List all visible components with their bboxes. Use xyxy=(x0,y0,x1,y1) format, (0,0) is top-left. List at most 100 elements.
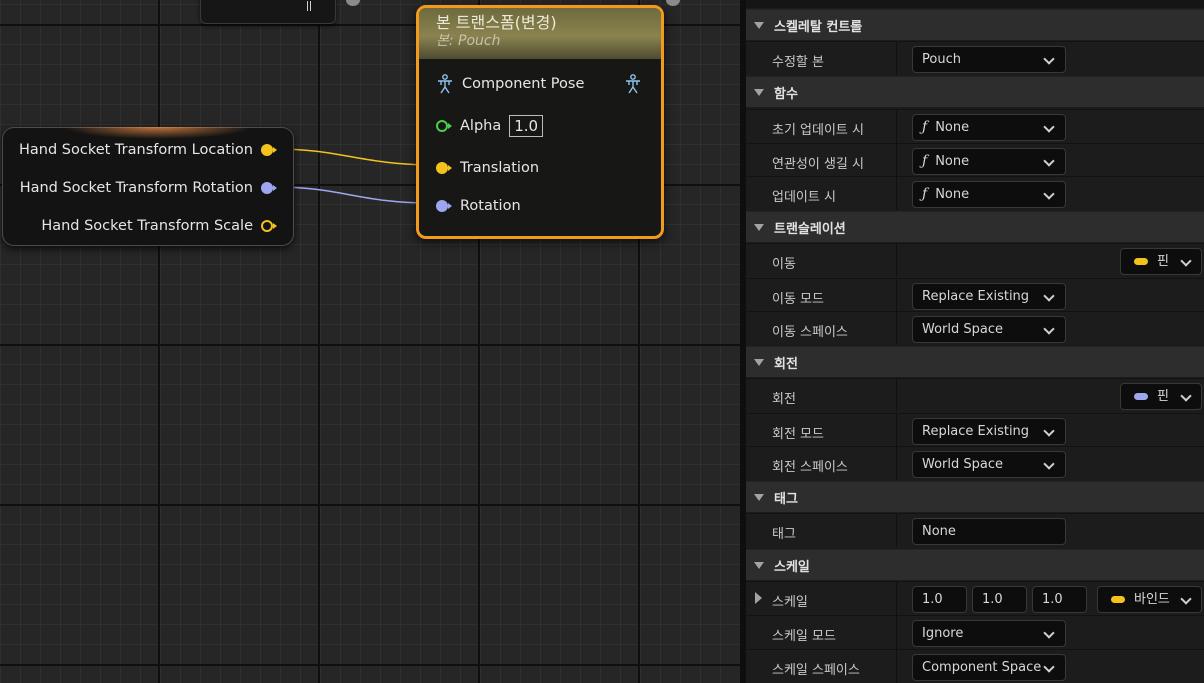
rotation-space-dropdown[interactable]: World Space xyxy=(912,451,1066,478)
chevron-down-icon xyxy=(1043,155,1055,167)
chevron-down-icon xyxy=(1180,390,1192,402)
pin-binding-label: 바인드 xyxy=(1134,592,1170,607)
expand-arrow-icon[interactable] xyxy=(755,592,762,604)
function-dropdown[interactable]: ƒ None xyxy=(912,181,1066,208)
pose-output-pin-icon[interactable] xyxy=(624,74,642,94)
dropdown-value: Ignore xyxy=(922,626,964,641)
rotator-pin-icon[interactable] xyxy=(436,198,452,214)
collapse-arrow-icon[interactable] xyxy=(754,223,764,231)
property-translation-mode: 이동 모드 Replace Existing xyxy=(746,278,1204,312)
scale-space-dropdown[interactable]: Component Space xyxy=(912,654,1066,681)
translation-mode-dropdown[interactable]: Replace Existing xyxy=(912,283,1066,310)
column-divider[interactable] xyxy=(896,616,897,649)
tag-input[interactable]: None xyxy=(912,518,1066,545)
output-pin-rotation[interactable]: Hand Socket Transform Rotation xyxy=(20,178,277,198)
property-rotation: 회전 핀 xyxy=(746,378,1204,412)
output-pin-scale[interactable]: Hand Socket Transform Scale xyxy=(41,216,277,236)
function-icon: ƒ xyxy=(922,119,928,135)
category-functions[interactable]: 함수 xyxy=(746,76,1204,107)
translation-input[interactable]: Translation xyxy=(436,157,539,179)
category-rotation[interactable]: 회전 xyxy=(746,346,1204,377)
pin-binding-dropdown[interactable]: 핀 xyxy=(1120,248,1202,275)
chevron-down-icon xyxy=(1043,53,1055,65)
column-divider[interactable] xyxy=(896,650,897,683)
pose-pin-icon[interactable] xyxy=(436,74,454,94)
anim-graph-canvas[interactable]: Hand Socket Transform Location Hand Sock… xyxy=(0,0,740,683)
column-divider[interactable] xyxy=(896,279,897,312)
category-label: 함수 xyxy=(774,86,798,102)
dropdown-value: World Space xyxy=(922,322,1004,337)
collapse-arrow-icon[interactable] xyxy=(754,88,764,96)
pin-label-scale: Hand Socket Transform Scale xyxy=(41,218,253,234)
pin-label-translation: Translation xyxy=(460,160,540,176)
output-pin-location[interactable]: Hand Socket Transform Location xyxy=(19,140,277,160)
column-divider[interactable] xyxy=(896,244,897,277)
pin-label-alpha: Alpha xyxy=(460,118,502,134)
property-label: 회전 모드 xyxy=(772,427,824,442)
category-scale[interactable]: 스케일 xyxy=(746,549,1204,580)
scale-y-input[interactable]: 1.0 xyxy=(972,586,1027,613)
property-translation: 이동 핀 xyxy=(746,243,1204,277)
column-divider[interactable] xyxy=(896,110,897,143)
chevron-down-icon xyxy=(1180,255,1192,267)
category-label: 트랜슬레이션 xyxy=(774,221,846,237)
node-header[interactable]: 본 트랜스폼(변경) 본: Pouch xyxy=(419,8,661,59)
property-label: 스케일 스페이스 xyxy=(772,663,860,678)
scale-z-input[interactable]: 1.0 xyxy=(1032,586,1087,613)
column-divider[interactable] xyxy=(896,582,897,615)
vector-pin-unconnected-icon[interactable] xyxy=(261,218,277,234)
property-scale: 스케일 1.0 1.0 1.0 바인드 xyxy=(746,581,1204,615)
property-rotation-mode: 회전 모드 Replace Existing xyxy=(746,413,1204,447)
scale-mode-dropdown[interactable]: Ignore xyxy=(912,620,1066,647)
chevron-down-icon xyxy=(1180,593,1192,605)
bone-dropdown[interactable]: Pouch xyxy=(912,46,1066,73)
pin-label-component-pose: Component Pose xyxy=(462,76,585,92)
category-label: 태그 xyxy=(774,491,798,507)
collapse-arrow-icon[interactable] xyxy=(754,21,764,29)
modify-bone-node[interactable]: 본 트랜스폼(변경) 본: Pouch Component Pose Alpha… xyxy=(416,5,664,239)
pin-binding-dropdown[interactable]: 바인드 xyxy=(1097,586,1202,613)
chevron-down-icon xyxy=(1043,121,1055,133)
alpha-input[interactable]: Alpha 1.0 xyxy=(436,115,544,137)
collapse-arrow-icon[interactable] xyxy=(754,561,764,569)
function-dropdown[interactable]: ƒ None xyxy=(912,148,1066,175)
collapse-arrow-icon[interactable] xyxy=(754,358,764,366)
vector-pin-icon[interactable] xyxy=(261,142,277,158)
pin-binding-label: 핀 xyxy=(1157,254,1169,269)
category-translation[interactable]: 트랜슬레이션 xyxy=(746,211,1204,242)
property-label: 이동 xyxy=(772,257,796,272)
column-divider[interactable] xyxy=(896,379,897,412)
rotator-pin-icon[interactable] xyxy=(261,180,277,196)
scale-x-input[interactable]: 1.0 xyxy=(912,586,967,613)
translation-space-dropdown[interactable]: World Space xyxy=(912,316,1066,343)
chevron-down-icon xyxy=(1043,290,1055,302)
alpha-value-field[interactable]: 1.0 xyxy=(509,115,544,137)
rotation-input[interactable]: Rotation xyxy=(436,195,521,217)
rotator-pill-icon xyxy=(1134,393,1148,400)
column-divider[interactable] xyxy=(896,312,897,345)
vector-pin-icon[interactable] xyxy=(436,160,452,176)
column-divider[interactable] xyxy=(896,42,897,75)
property-bone-to-modify: 수정할 본 Pouch xyxy=(746,41,1204,75)
column-divider[interactable] xyxy=(896,144,897,177)
component-pose-input[interactable]: Component Pose xyxy=(436,73,584,95)
node-subtitle: 본: Pouch xyxy=(436,33,501,49)
collapse-arrow-icon[interactable] xyxy=(754,493,764,501)
column-divider[interactable] xyxy=(896,177,897,210)
column-divider[interactable] xyxy=(896,514,897,547)
column-divider[interactable] xyxy=(896,447,897,480)
property-label: 회전 스페이스 xyxy=(772,460,848,475)
category-label: 스케일 xyxy=(774,559,810,575)
function-icon: ƒ xyxy=(922,186,928,202)
float-pin-icon[interactable] xyxy=(436,118,452,134)
category-tag[interactable]: 태그 xyxy=(746,481,1204,512)
category-skeletal-control[interactable]: 스켈레탈 컨트롤 xyxy=(746,9,1204,40)
function-dropdown[interactable]: ƒ None xyxy=(912,114,1066,141)
rotation-mode-dropdown[interactable]: Replace Existing xyxy=(912,418,1066,445)
pin-binding-dropdown[interactable]: 핀 xyxy=(1120,383,1202,410)
dropdown-value: Pouch xyxy=(922,52,961,67)
hand-socket-transform-node[interactable]: Hand Socket Transform Location Hand Sock… xyxy=(2,127,294,246)
chevron-down-icon xyxy=(1043,458,1055,470)
pin-label-rotation: Rotation xyxy=(460,198,521,214)
column-divider[interactable] xyxy=(896,414,897,447)
